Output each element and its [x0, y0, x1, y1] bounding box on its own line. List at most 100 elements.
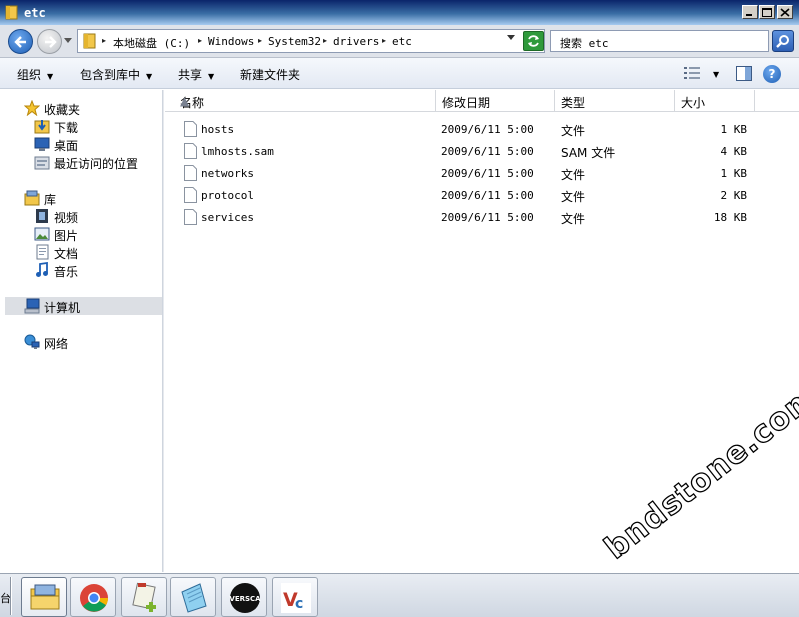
search-input[interactable]: 搜索 etc [550, 30, 769, 52]
recent-pages-dropdown[interactable] [64, 38, 72, 44]
forward-button[interactable] [37, 29, 62, 54]
nav-item-recent-places[interactable]: 最近访问的位置 [5, 153, 162, 171]
nav-computer[interactable]: 计算机 [5, 297, 162, 315]
nav-libraries[interactable]: 库 [5, 189, 162, 207]
new-folder-button[interactable]: 新建文件夹 [240, 66, 300, 83]
taskbar: 台 VERSCA Vc [0, 573, 799, 617]
video-icon [36, 209, 48, 223]
change-view-button[interactable] [684, 67, 700, 79]
refresh-icon [528, 35, 539, 47]
close-button[interactable] [777, 5, 793, 19]
minimize-icon [746, 14, 752, 16]
breadcrumb-separator[interactable]: ▸ [323, 36, 327, 45]
file-row[interactable]: lmhosts.sam 2009/6/11 5:00 SAM 文件 4 KB [165, 140, 799, 162]
file-row[interactable]: networks 2009/6/11 5:00 文件 1 KB [165, 162, 799, 184]
file-size: 18 KB [713, 211, 747, 224]
search-button[interactable] [772, 30, 794, 52]
help-button[interactable]: ? [763, 65, 781, 83]
picture-icon [34, 227, 50, 241]
folder-icon [83, 33, 96, 49]
file-type: SAM 文件 [561, 146, 616, 160]
file-type: 文件 [561, 212, 586, 226]
taskbar-notepad-plus[interactable] [121, 577, 167, 617]
nav-desktop-label: 桌面 [54, 139, 79, 153]
file-row[interactable]: hosts 2009/6/11 5:00 文件 1 KB [165, 118, 799, 140]
downloads-icon [34, 120, 50, 134]
breadcrumb-separator[interactable]: ▸ [382, 36, 386, 45]
command-toolbar: 组织 ▼ 包含到库中 ▼ 共享 ▼ 新建文件夹 ▼ ? [0, 58, 799, 89]
file-row[interactable]: protocol 2009/6/11 5:00 文件 2 KB [165, 184, 799, 206]
nav-item-pictures[interactable]: 图片 [5, 225, 162, 243]
folder-icon [5, 5, 18, 20]
new-folder-label: 新建文件夹 [240, 68, 301, 82]
nav-pictures-label: 图片 [54, 229, 79, 243]
column-header-row: 名称 ▲ 修改日期 类型 大小 [165, 90, 799, 112]
search-icon [776, 35, 789, 48]
title-bar: etc [0, 0, 799, 25]
arrow-left-icon [14, 36, 26, 48]
breadcrumb-separator[interactable]: ▸ [102, 36, 106, 45]
document-icon [36, 244, 49, 260]
address-field[interactable]: ▸ 本地磁盘 (C:) ▸ Windows ▸ System32 ▸ drive… [77, 29, 545, 53]
file-type: 文件 [561, 168, 586, 182]
file-modified: 2009/6/11 5:00 [441, 123, 534, 136]
maximize-button[interactable] [759, 5, 775, 19]
taskbar-versa[interactable]: VERSCA [221, 577, 267, 617]
breadcrumb-windows[interactable]: Windows [208, 35, 254, 48]
taskbar-chrome[interactable] [70, 577, 116, 617]
nav-favorites[interactable]: 收藏夹 [5, 99, 162, 117]
file-icon [184, 209, 197, 225]
maximize-icon [762, 8, 772, 17]
view-options-dropdown[interactable]: ▼ [713, 70, 719, 79]
versa-icon: VERSCA [229, 583, 261, 613]
file-modified: 2009/6/11 5:00 [441, 145, 534, 158]
share-button[interactable]: 共享 ▼ [178, 66, 214, 83]
pane-splitter[interactable] [162, 90, 164, 572]
library-icon [24, 190, 40, 206]
taskbar-explorer[interactable] [21, 577, 67, 617]
column-header-modified[interactable]: 修改日期 [436, 90, 555, 112]
recent-places-icon [34, 156, 50, 170]
breadcrumb-drivers[interactable]: drivers [333, 35, 379, 48]
breadcrumb-system32[interactable]: System32 [268, 35, 321, 48]
file-name: protocol [201, 189, 254, 202]
file-name: hosts [201, 123, 235, 136]
chevron-down-icon: ▼ [208, 72, 215, 81]
file-name: services [201, 211, 254, 224]
refresh-button[interactable] [523, 31, 544, 51]
column-header-size[interactable]: 大小 [675, 90, 755, 112]
nav-item-downloads[interactable]: 下载 [5, 117, 162, 135]
file-icon [184, 165, 197, 181]
taskbar-separator [10, 577, 12, 615]
nav-item-documents[interactable]: 文档 [5, 243, 162, 261]
nav-network[interactable]: 网络 [5, 333, 162, 351]
nav-item-videos[interactable]: 视频 [5, 207, 162, 225]
taskbar-vnc[interactable]: Vc [272, 577, 318, 617]
breadcrumb-etc[interactable]: etc [392, 35, 412, 48]
svg-text:VERSCA: VERSCA [229, 595, 261, 603]
preview-pane-button[interactable] [736, 66, 752, 81]
column-header-name[interactable]: 名称 ▲ [174, 90, 436, 112]
back-button[interactable] [8, 29, 33, 54]
breadcrumb-separator[interactable]: ▸ [198, 36, 202, 45]
desktop-icon [34, 137, 50, 151]
column-header-type[interactable]: 类型 [555, 90, 675, 112]
breadcrumb-drive[interactable]: 本地磁盘 (C:) [113, 35, 190, 51]
taskbar-notepad[interactable] [170, 577, 216, 617]
file-modified: 2009/6/11 5:00 [441, 189, 534, 202]
file-row[interactable]: services 2009/6/11 5:00 文件 18 KB [165, 206, 799, 228]
navigation-pane: 收藏夹 下载 桌面 最近访问的位置 库 视频 图片 文档 音乐 计算机 网络 [5, 90, 162, 572]
breadcrumb-separator[interactable]: ▸ [258, 36, 262, 45]
preview-pane-icon [736, 66, 752, 81]
nav-item-music[interactable]: 音乐 [5, 261, 162, 279]
column-size-label: 大小 [681, 96, 706, 110]
vnc-icon: Vc [281, 583, 311, 613]
address-history-dropdown[interactable] [507, 35, 515, 41]
file-name: lmhosts.sam [201, 145, 274, 158]
organize-button[interactable]: 组织 ▼ [17, 66, 53, 83]
nav-computer-label: 计算机 [44, 301, 81, 315]
nav-item-desktop[interactable]: 桌面 [5, 135, 162, 153]
minimize-button[interactable] [742, 5, 758, 19]
column-type-label: 类型 [561, 96, 586, 110]
include-in-library-button[interactable]: 包含到库中 ▼ [80, 66, 152, 83]
